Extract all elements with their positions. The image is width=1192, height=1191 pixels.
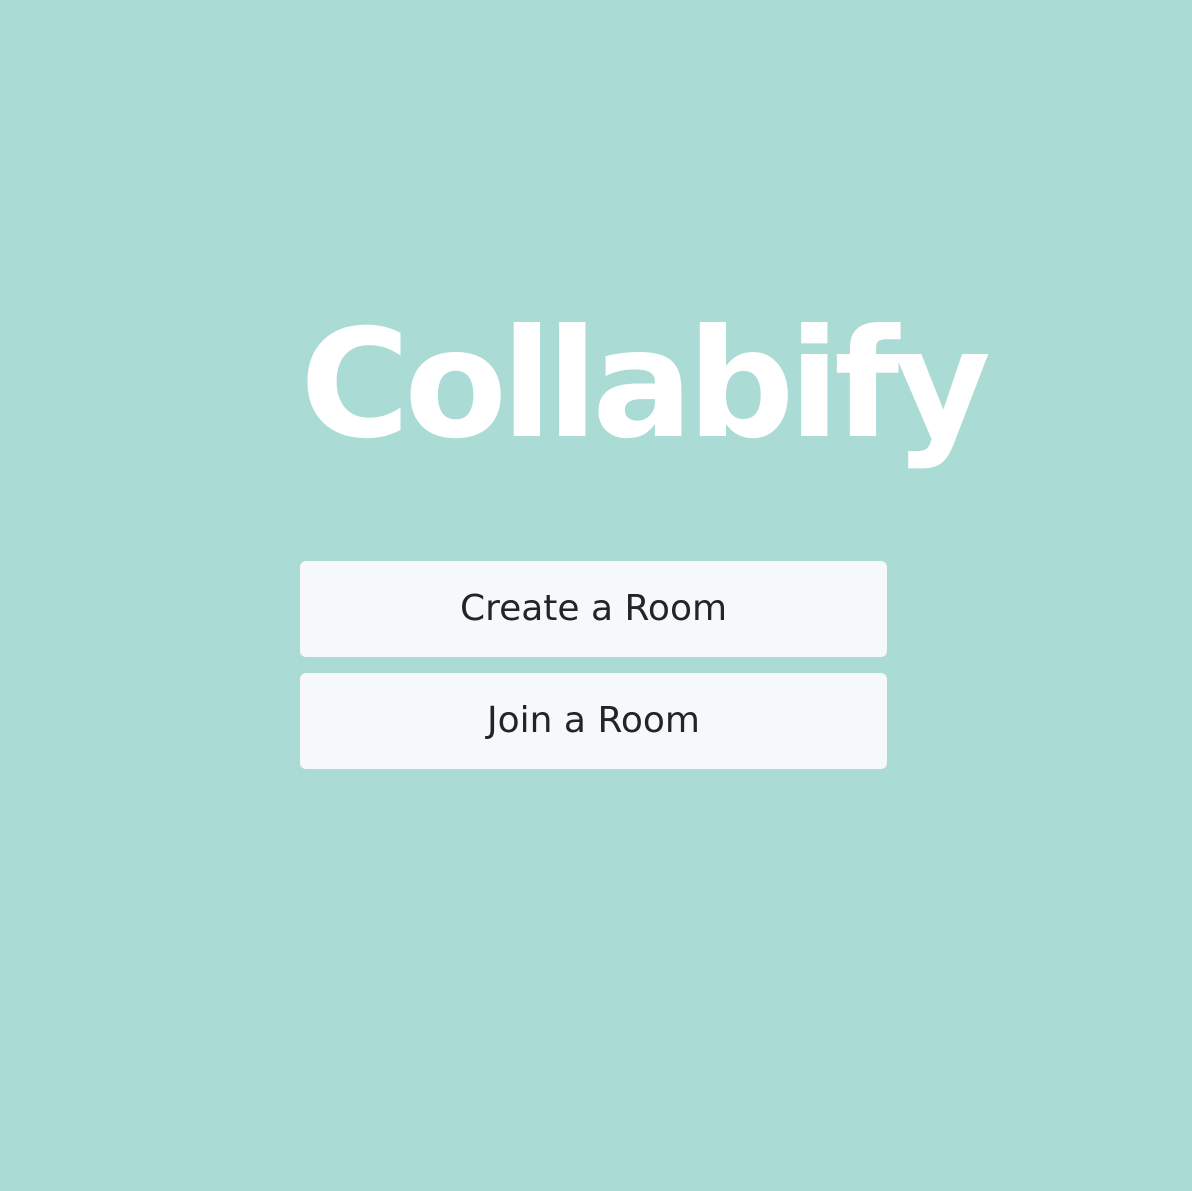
join-room-button[interactable]: Join a Room: [300, 673, 887, 769]
app-logo: Collabify: [300, 298, 991, 472]
landing-page: Collabify Create a Room Join a Room: [0, 0, 1192, 1191]
create-room-button[interactable]: Create a Room: [300, 561, 887, 657]
